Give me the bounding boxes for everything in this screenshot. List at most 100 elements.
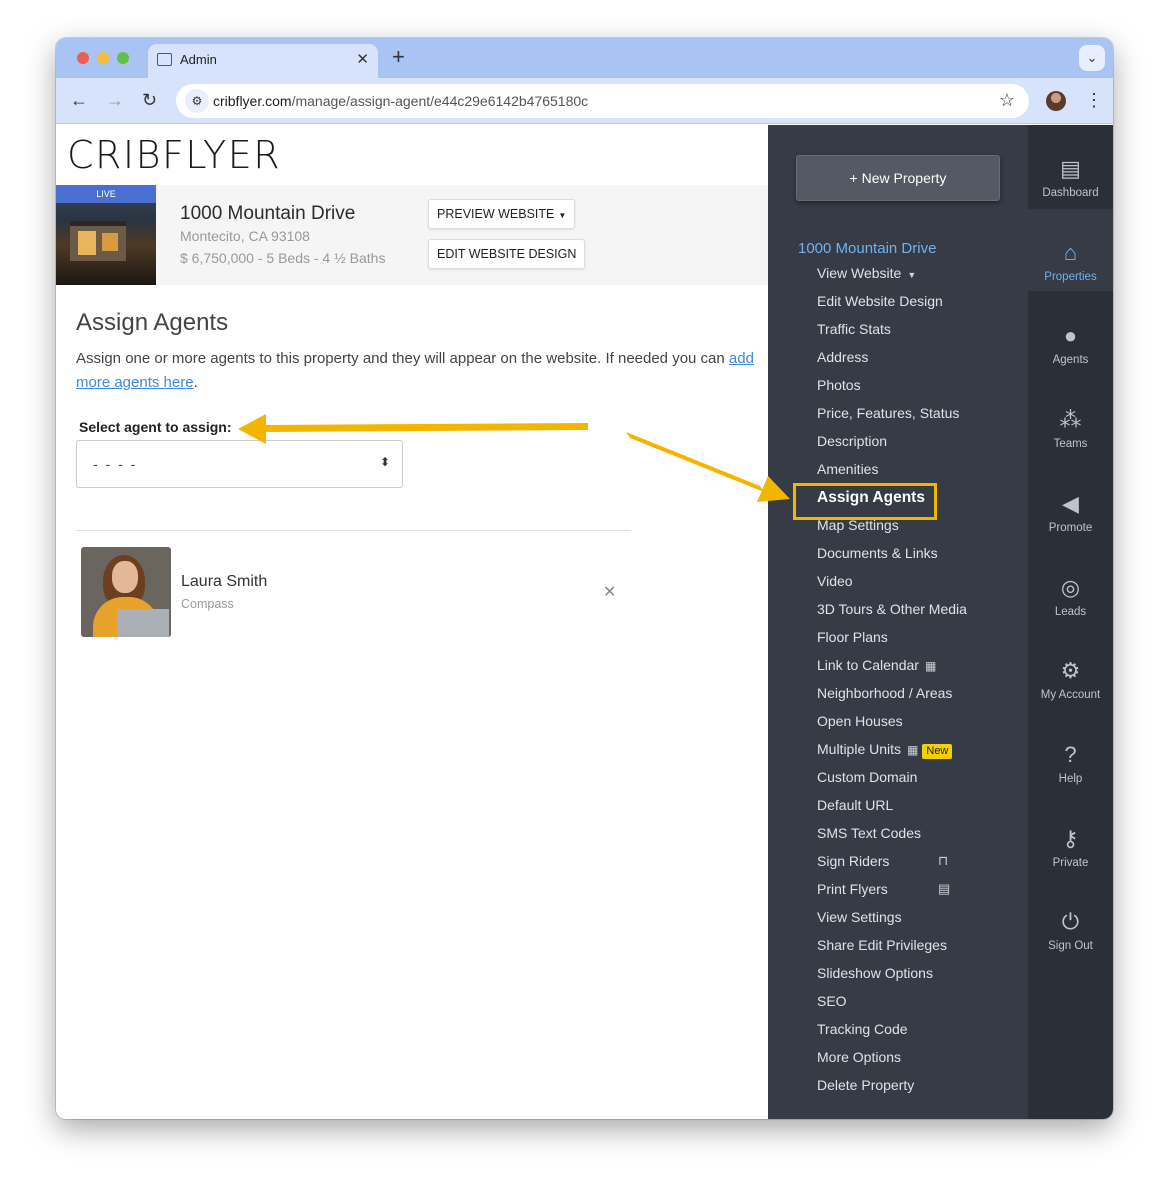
rail-label: Private (1052, 856, 1089, 869)
cribflyer-logo[interactable]: CRIBFLYER (67, 133, 281, 177)
property-address: Montecito, CA 93108 (180, 228, 310, 244)
sidebar-item-sign-riders[interactable]: Sign Riders (817, 853, 889, 869)
dashboard-icon: ▤ (1060, 156, 1081, 181)
sidebar-item-share-edit-privileges[interactable]: Share Edit Privileges (817, 937, 947, 953)
browser-toolbar: ← → ↻ ⚙ cribflyer.com/manage/assign-agen… (56, 78, 1113, 124)
rail-label: Teams (1053, 438, 1088, 451)
rail-item-my-account[interactable]: ⚙ My Account (1028, 627, 1113, 709)
close-window-button[interactable] (77, 52, 89, 64)
help-icon: ? (1064, 741, 1077, 767)
profile-avatar[interactable] (1046, 91, 1066, 111)
rail-item-dashboard[interactable]: ▤ Dashboard (1028, 125, 1113, 207)
sidebar-item-open-houses[interactable]: Open Houses (817, 713, 903, 729)
plus-icon: + (849, 170, 862, 186)
property-title: 1000 Mountain Drive (180, 203, 356, 224)
sidebar-item-traffic-stats[interactable]: Traffic Stats (817, 321, 891, 337)
key-icon: ⚷ (1062, 825, 1079, 851)
edit-website-design-button[interactable]: EDIT WEBSITE DESIGN (428, 239, 586, 269)
sidebar-item-custom-domain[interactable]: Custom Domain (817, 769, 917, 785)
remove-agent-icon[interactable]: ✕ (603, 582, 616, 602)
new-property-button[interactable]: + New Property (796, 155, 1000, 201)
teams-icon: ⁂ (1059, 407, 1082, 433)
rail-label: Sign Out (1048, 940, 1093, 953)
agent-select[interactable]: - - - - ⬍ (76, 440, 403, 488)
rail-label: Leads (1054, 605, 1087, 618)
sidebar-item-3d-tours-other-media[interactable]: 3D Tours & Other Media (817, 601, 967, 617)
rail-item-sign-out[interactable]: ⏻ Sign Out (1028, 878, 1113, 960)
tab-title: Admin (180, 52, 217, 67)
rail-item-leads[interactable]: ◎ Leads (1028, 544, 1113, 626)
power-icon: ⏻ (1061, 909, 1080, 935)
select-agent-label: Select agent to assign: (79, 419, 232, 435)
rail-item-agents[interactable]: ● Agents (1028, 292, 1113, 374)
pdf-icon: ▤ (938, 881, 951, 896)
rail-item-private[interactable]: ⚷ Private (1028, 795, 1113, 877)
live-badge: LIVE (56, 185, 156, 203)
address-bar[interactable]: ⚙ cribflyer.com/manage/assign-agent/e44c… (176, 84, 1029, 118)
browser-menu-icon[interactable]: ⋮ (1085, 87, 1103, 113)
page-content: CRIBFLYER LIVE 1000 Mountain Drive Monte… (56, 125, 1113, 1119)
rail-item-teams[interactable]: ⁂ Teams (1028, 376, 1113, 458)
sidebar-item-neighborhood-areas[interactable]: Neighborhood / Areas (817, 685, 952, 701)
sidebar-item-edit-website-design[interactable]: Edit Website Design (817, 293, 943, 309)
caret-down-icon: ▼ (907, 270, 917, 280)
close-tab-icon[interactable]: ✕ (356, 50, 369, 68)
rail-item-promote[interactable]: ◀ Promote (1028, 460, 1113, 542)
sidebar-item-amenities[interactable]: Amenities (817, 461, 878, 477)
rail-label: My Account (1040, 689, 1101, 702)
back-button[interactable]: ← (70, 90, 88, 110)
property-thumbnail[interactable]: LIVE (56, 185, 156, 285)
preview-website-button[interactable]: PREVIEW WEBSITE ▼ (428, 199, 576, 229)
forward-button[interactable]: → (106, 90, 124, 110)
agent-company: Compass (181, 597, 234, 611)
sidebar-item-view-settings[interactable]: View Settings (817, 909, 902, 925)
sidebar-item-price-features-status[interactable]: Price, Features, Status (817, 405, 959, 421)
target-icon: ◎ (1060, 574, 1081, 600)
sidebar-item-slideshow-options[interactable]: Slideshow Options (817, 965, 933, 981)
sidebar-item-address[interactable]: Address (817, 349, 868, 365)
sidebar-item-more-options[interactable]: More Options (817, 1049, 901, 1065)
property-details: $ 6,750,000 - 5 Beds - 4 ½ Baths (180, 250, 386, 266)
calendar-icon: ▦ (924, 659, 937, 673)
divider (76, 530, 631, 531)
url-text[interactable]: cribflyer.com/manage/assign-agent/e44c29… (213, 93, 588, 109)
sidebar-property-link[interactable]: 1000 Mountain Drive (798, 240, 936, 257)
bookmark-star-icon[interactable]: ☆ (999, 90, 1015, 111)
rail-item-help[interactable]: ? Help (1028, 711, 1113, 793)
main-nav-rail: ▤ Dashboard ⌂ Properties ● Agents ⁂ Teams ◀ Promo… (1028, 125, 1113, 1119)
sidebar-item-sms-text-codes[interactable]: SMS Text Codes (817, 825, 921, 841)
sidebar-item-tracking-code[interactable]: Tracking Code (817, 1021, 908, 1037)
sidebar-item-delete-property[interactable]: Delete Property (817, 1077, 914, 1093)
minimize-window-button[interactable] (97, 52, 109, 64)
sidebar-item-link-to-calendar[interactable]: Link to Calendar ▦ (817, 657, 936, 673)
sidebar-item-floor-plans[interactable]: Floor Plans (817, 629, 888, 645)
sidebar-item-seo[interactable]: SEO (817, 993, 847, 1009)
assign-description: Assign one or more agents to this proper… (76, 350, 754, 391)
sidebar-item-description[interactable]: Description (817, 433, 887, 449)
agent-select-value: - - - - (93, 456, 138, 472)
sidebar-item-video[interactable]: Video (817, 573, 853, 589)
rail-label: Promote (1048, 521, 1093, 534)
sidebar-item-print-flyers[interactable]: Print Flyers (817, 881, 888, 897)
browser-tab[interactable]: Admin ✕ (148, 44, 378, 78)
new-tab-button[interactable]: + (392, 45, 405, 69)
maximize-window-button[interactable] (117, 52, 129, 64)
caret-down-icon: ▼ (558, 211, 567, 220)
sidebar-item-default-url[interactable]: Default URL (817, 797, 893, 813)
sidebar-item-view-website[interactable]: View Website ▼ (817, 265, 916, 281)
rail-label: Properties (1044, 270, 1097, 283)
gear-icon: ⚙ (1060, 658, 1081, 684)
megaphone-icon: ◀ (1062, 490, 1079, 516)
reload-button[interactable]: ↻ (142, 90, 157, 110)
building-icon: ▦ (907, 743, 919, 757)
sort-arrows-icon: ⬍ (379, 455, 390, 469)
sidebar-item-documents-links[interactable]: Documents & Links (817, 545, 938, 561)
sidebar-item-multiple-units[interactable]: Multiple Units ▦ New (817, 741, 953, 759)
image-icon (157, 53, 172, 66)
sidebar-item-photos[interactable]: Photos (817, 377, 861, 393)
site-settings-icon[interactable]: ⚙ (185, 89, 209, 113)
rail-item-properties[interactable]: ⌂ Properties (1028, 208, 1113, 291)
tab-search-button[interactable]: ⌄ (1079, 45, 1105, 71)
sidebar-item-assign-agents[interactable]: Assign Agents (817, 489, 925, 507)
sidebar-item-map-settings[interactable]: Map Settings (817, 517, 899, 533)
